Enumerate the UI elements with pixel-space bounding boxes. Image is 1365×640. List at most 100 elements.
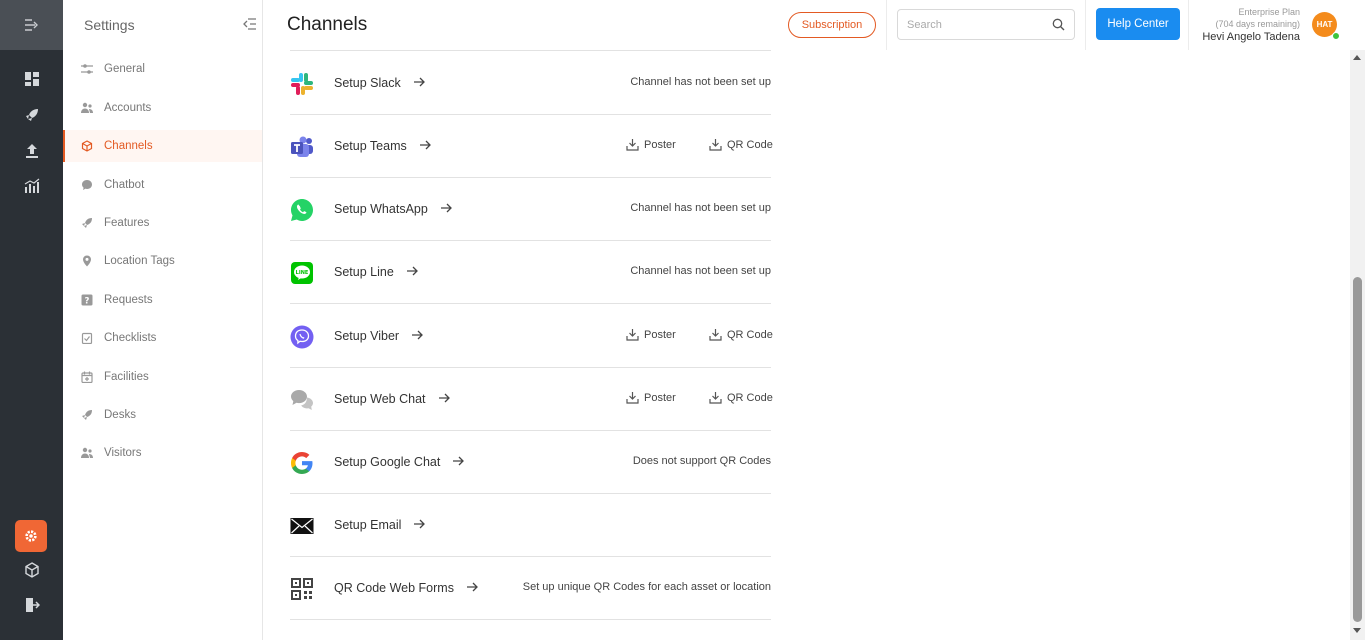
analytics-icon[interactable] (0, 171, 63, 201)
collapse-sidebar-icon[interactable] (243, 17, 257, 31)
sidebar-title: Settings (84, 17, 135, 33)
dashboard-icon[interactable] (0, 64, 63, 94)
scrollbar-thumb[interactable] (1353, 277, 1362, 622)
download-poster-button[interactable]: Poster (626, 328, 676, 341)
arrow-right-icon (466, 582, 478, 592)
arrow-right-icon (406, 266, 418, 276)
desk-icon (81, 409, 93, 421)
download-poster-button[interactable]: Poster (626, 138, 676, 151)
arrow-right-icon (413, 77, 425, 87)
download-icon (709, 392, 722, 404)
map-pin-icon (81, 255, 93, 267)
visitors-icon (81, 447, 93, 459)
plan-name: Enterprise Plan (1238, 7, 1300, 17)
line-icon: LINE (291, 262, 313, 284)
sidebar-item-label: Desks (104, 409, 136, 421)
settings-icon[interactable] (15, 520, 47, 552)
search-icon[interactable] (1052, 18, 1065, 31)
download-icon (709, 139, 722, 151)
sidebar-item-visitors[interactable]: Visitors (63, 437, 262, 469)
sidebar-item-label: Features (104, 217, 150, 229)
cube-icon[interactable] (0, 555, 63, 585)
channel-name: Setup Email (334, 518, 402, 532)
setup-whatsapp-link[interactable]: Setup WhatsApp (334, 202, 452, 216)
download-qr-code-button[interactable]: QR Code (709, 391, 773, 404)
sidebar-header: Settings (63, 0, 262, 50)
qr-code-web-forms-link[interactable]: QR Code Web Forms (334, 581, 478, 595)
channel-name: QR Code Web Forms (334, 581, 454, 595)
sidebar-item-label: Channels (104, 140, 153, 152)
sidebar-item-label: General (104, 63, 145, 75)
top-header: Channels Subscription Help Center Enterp… (263, 0, 1365, 50)
setup-teams-link[interactable]: Setup Teams (334, 139, 431, 153)
setup-google-chat-link[interactable]: Setup Google Chat (334, 455, 465, 469)
download-qr-code-button[interactable]: QR Code (709, 138, 773, 151)
subscription-button[interactable]: Subscription (788, 12, 876, 38)
cube-icon (81, 140, 93, 152)
channel-status: Set up unique QR Codes for each asset or… (522, 581, 771, 593)
poster-label: Poster (644, 138, 676, 151)
setup-line-link[interactable]: Setup Line (334, 265, 418, 279)
channel-name: Setup WhatsApp (334, 202, 428, 216)
setup-web-chat-link[interactable]: Setup Web Chat (334, 392, 450, 406)
scroll-down-arrow-icon[interactable] (1353, 628, 1361, 633)
poster-label: Poster (644, 391, 676, 404)
download-poster-button[interactable]: Poster (626, 391, 676, 404)
sidebar-item-desks[interactable]: Desks (63, 399, 262, 431)
download-icon (626, 139, 639, 151)
sidebar-item-checklists[interactable]: Checklists (63, 322, 262, 354)
sidebar-item-features[interactable]: Features (63, 207, 262, 239)
sidebar-item-channels[interactable]: Channels (63, 130, 262, 162)
channel-row-slack: Setup Slack Channel has not been set up (290, 52, 771, 115)
page-title: Channels (287, 14, 368, 35)
user-name[interactable]: Hevi Angelo Tadena (1183, 31, 1300, 43)
logout-icon[interactable] (0, 590, 63, 620)
download-qr-code-button[interactable]: QR Code (709, 328, 773, 341)
sidebar-item-chatbot[interactable]: Chatbot (63, 169, 262, 201)
qr-code-icon (291, 578, 313, 600)
question-box-icon: ? (81, 294, 93, 306)
channel-name: Setup Viber (334, 329, 400, 343)
channel-status: Channel has not been set up (630, 265, 771, 277)
setup-slack-link[interactable]: Setup Slack (334, 76, 425, 90)
sidebar-item-requests[interactable]: ? Requests (63, 284, 262, 316)
search-box[interactable] (897, 9, 1075, 40)
sidebar-item-label: Accounts (104, 102, 152, 114)
sidebar-item-label: Facilities (104, 371, 149, 383)
channel-row-web-chat: Setup Web Chat Poster QR Code (290, 368, 773, 431)
sidebar-item-general[interactable]: General (63, 53, 262, 85)
app-rail (0, 0, 63, 640)
scroll-up-arrow-icon[interactable] (1353, 55, 1361, 60)
rocket-icon[interactable] (0, 100, 63, 130)
expand-menu-icon[interactable] (0, 0, 63, 50)
calendar-plus-icon (81, 371, 93, 383)
sidebar-item-facilities[interactable]: Facilities (63, 361, 262, 393)
poster-label: Poster (644, 328, 676, 341)
channel-status: Does not support QR Codes (632, 455, 771, 467)
online-status-dot (1332, 32, 1340, 40)
qr-code-label: QR Code (727, 391, 773, 404)
download-icon (626, 329, 639, 341)
channel-name: Setup Slack (334, 76, 401, 90)
qr-code-label: QR Code (727, 328, 773, 341)
channel-row-line: LINE Setup Line Channel has not been set… (290, 241, 771, 304)
arrow-right-icon (438, 393, 450, 403)
sidebar-item-accounts[interactable]: Accounts (63, 92, 262, 124)
channel-name: Setup Teams (334, 139, 407, 153)
chat-bubble-icon (81, 179, 93, 191)
sidebar-item-label: Location Tags (104, 255, 175, 267)
channel-row-teams: Setup Teams Poster QR Code (290, 115, 773, 178)
setup-email-link[interactable]: Setup Email (334, 518, 426, 532)
channel-name: Setup Line (334, 265, 394, 279)
plan-days-remaining: (704 days remaining) (1215, 19, 1300, 29)
download-icon (626, 392, 639, 404)
channel-name: Setup Web Chat (334, 392, 426, 406)
search-input[interactable] (907, 18, 1047, 31)
sidebar-item-location-tags[interactable]: Location Tags (63, 245, 262, 277)
download-icon (709, 329, 722, 341)
setup-viber-link[interactable]: Setup Viber (334, 329, 424, 343)
email-icon (290, 518, 314, 534)
upload-icon[interactable] (0, 136, 63, 166)
help-center-button[interactable]: Help Center (1096, 8, 1180, 40)
teams-icon (291, 136, 313, 157)
